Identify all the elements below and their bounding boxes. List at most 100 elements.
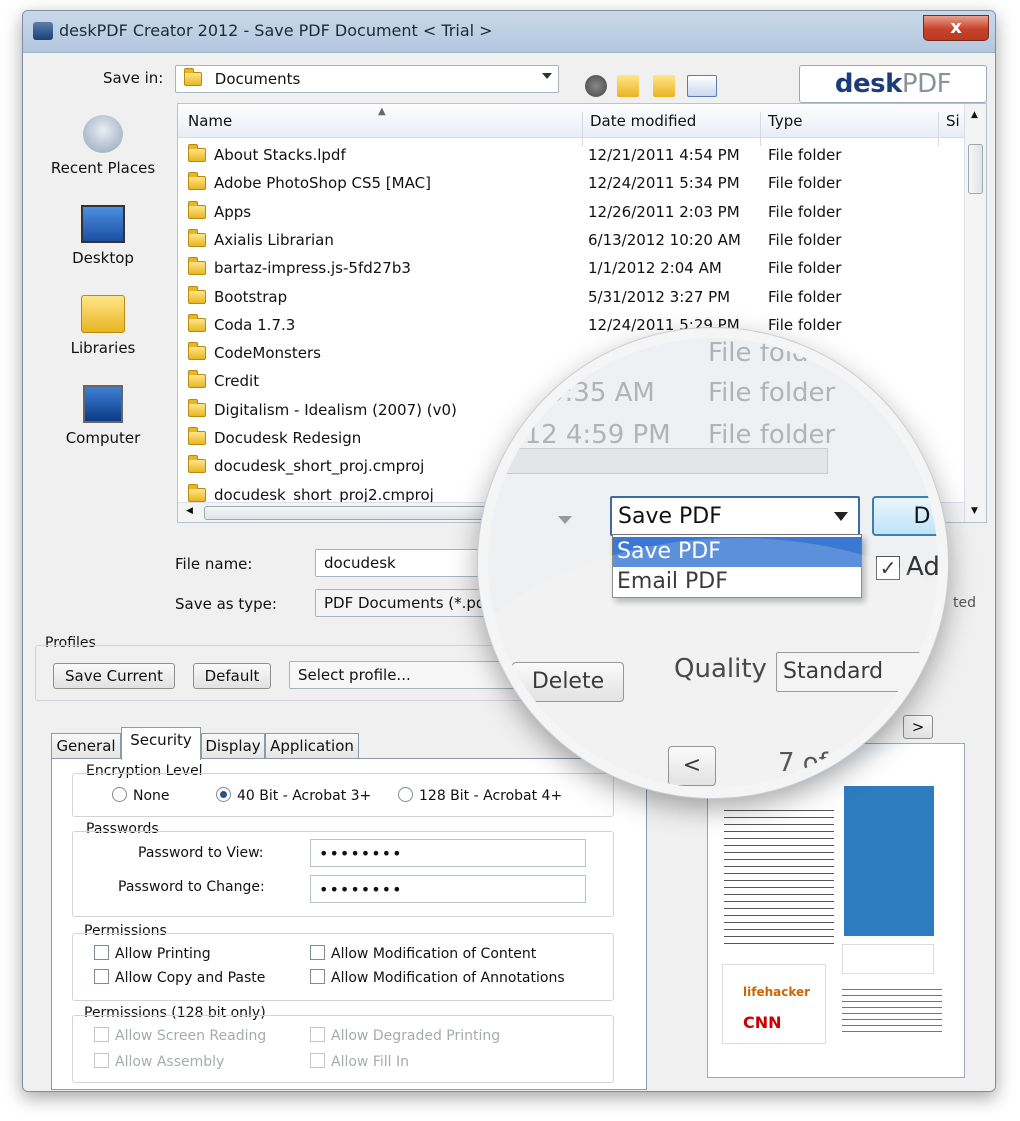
checkbox-allow-printing[interactable]: Allow Printing xyxy=(94,945,211,962)
place-label: Libraries xyxy=(70,339,136,357)
type-cell: File folder xyxy=(768,174,842,193)
place-libraries[interactable]: Libraries xyxy=(33,295,173,357)
col-separator[interactable] xyxy=(760,112,761,146)
back-icon[interactable] xyxy=(585,75,607,97)
checkbox-allow-modification-content[interactable]: Allow Modification of Content xyxy=(310,945,536,962)
password-view-input[interactable]: •••••••• xyxy=(310,839,586,867)
scroll-thumb[interactable] xyxy=(968,144,983,194)
save-as-type-label: Save as type: xyxy=(175,595,277,613)
checkbox-icon xyxy=(94,1027,109,1042)
col-type[interactable]: Type xyxy=(768,112,802,130)
preview-blue-column xyxy=(844,786,934,936)
tab-display[interactable]: Display xyxy=(201,733,265,759)
col-name[interactable]: Name xyxy=(188,112,232,130)
col-date[interactable]: Date modified xyxy=(590,112,696,130)
save-current-button[interactable]: Save Current xyxy=(53,663,175,689)
file-row[interactable]: Adobe PhotoShop CS5 [MAC] 12/24/2011 5:34… xyxy=(188,170,968,198)
cnn-logo-icon: CNN xyxy=(743,1013,782,1032)
col-separator[interactable] xyxy=(938,112,939,146)
checkbox-icon xyxy=(94,945,109,960)
checkbox-allow-degraded-printing: Allow Degraded Printing xyxy=(310,1027,500,1044)
magnifier-callout: 1...M File folder 9:35 AM File folder 01… xyxy=(478,328,948,798)
checkbox-allow-assembly: Allow Assembly xyxy=(94,1053,224,1070)
tab-security[interactable]: Security xyxy=(121,727,201,760)
folder-icon xyxy=(188,483,206,502)
password-view-label: Password to View: xyxy=(138,845,264,861)
file-row[interactable]: Axialis Librarian 6/13/2012 10:20 AM File … xyxy=(188,227,968,255)
chevron-down-icon xyxy=(834,512,848,521)
file-name-text: Docudesk Redesign xyxy=(214,429,362,447)
select-profile-combo[interactable]: Select profile... xyxy=(289,661,519,689)
close-button[interactable]: x xyxy=(923,15,989,41)
scroll-up-icon[interactable]: ▲ xyxy=(971,110,978,120)
file-row[interactable]: Apps 12/26/2011 2:03 PM File folder xyxy=(188,199,968,227)
col-size[interactable]: Si xyxy=(946,112,960,130)
deskpdf-logo: deskPDF xyxy=(799,65,987,103)
file-row[interactable]: Coda 1.7.3 12/24/2011 5:29 PM File folder xyxy=(188,312,968,340)
permissions128-group xyxy=(72,1015,614,1083)
checkbox-allow-screen-reading: Allow Screen Reading xyxy=(94,1027,266,1044)
checkbox-label: Allow Fill In xyxy=(331,1054,409,1070)
magnified-scrollbar[interactable] xyxy=(488,448,828,474)
date-cell: 12/26/2011 2:03 PM xyxy=(588,202,740,221)
file-name-cell: docudesk_short_proj.cmproj xyxy=(188,455,425,476)
default-button[interactable]: Default xyxy=(193,663,271,689)
checkbox-label: Allow Degraded Printing xyxy=(331,1028,501,1044)
checkbox-allow-modification-annotations[interactable]: Allow Modification of Annotations xyxy=(310,969,565,986)
file-name-text: Credit xyxy=(214,372,260,391)
radio-none[interactable]: None xyxy=(112,787,170,804)
vertical-scrollbar[interactable]: ▲ ▼ xyxy=(964,104,986,522)
file-row[interactable]: Bootstrap 5/31/2012 3:27 PM File folder xyxy=(188,284,968,312)
tab-general[interactable]: General xyxy=(51,733,121,759)
save-in-value: Documents xyxy=(214,70,301,88)
logo-pdf-text: PDF xyxy=(901,69,952,99)
scroll-down-icon[interactable]: ▼ xyxy=(971,506,978,516)
file-name-text: About Stacks.lpdf xyxy=(214,146,346,164)
permissions-group xyxy=(72,933,614,1001)
checkbox-allow-copy-paste[interactable]: Allow Copy and Paste xyxy=(94,969,265,986)
place-desktop[interactable]: Desktop xyxy=(33,205,173,267)
radio-40bit[interactable]: 40 Bit - Acrobat 3+ xyxy=(216,787,371,804)
tab-application[interactable]: Application xyxy=(265,733,359,759)
file-row[interactable]: bartaz-impress.js-5fd27b3 1/1/2012 2:04 A… xyxy=(188,255,968,283)
up-folder-icon[interactable] xyxy=(617,75,639,97)
place-computer[interactable]: Computer xyxy=(33,385,173,447)
place-label: Computer xyxy=(65,429,141,447)
radio-icon xyxy=(216,787,231,802)
save-action-combo[interactable]: Save PDF xyxy=(610,496,860,536)
file-name-text: docudesk_short_proj.cmproj xyxy=(214,457,425,476)
libraries-icon xyxy=(81,295,125,333)
password-change-input[interactable]: •••••••• xyxy=(310,875,586,903)
file-name-text: Apps xyxy=(214,202,252,221)
folder-icon xyxy=(188,144,206,162)
place-recent-places[interactable]: Recent Places xyxy=(33,115,173,177)
col-separator[interactable] xyxy=(582,112,583,146)
file-row[interactable]: About Stacks.lpdf 12/21/2011 4:54 PM File … xyxy=(188,142,968,170)
folder-icon xyxy=(188,398,206,417)
folder-icon xyxy=(188,370,206,389)
save-in-combo[interactable]: Documents xyxy=(175,65,559,93)
checkbox-label: Allow Modification of Content xyxy=(331,946,537,962)
views-menu-icon[interactable] xyxy=(687,75,717,97)
file-name-text: docudesk_short_proj2.cmproj xyxy=(214,485,434,504)
preview-footer-text xyxy=(842,984,942,1034)
folder-icon xyxy=(188,228,206,247)
scroll-thumb[interactable] xyxy=(204,506,504,520)
place-label: Desktop xyxy=(72,249,134,267)
file-name-cell: Credit xyxy=(188,370,260,391)
new-folder-icon[interactable] xyxy=(653,75,675,97)
type-cell: File folder xyxy=(768,230,842,249)
places-bar: Recent Places Desktop Libraries Computer xyxy=(33,105,173,525)
date-cell: 1/1/2012 2:04 AM xyxy=(588,259,722,278)
date-cell: 6/13/2012 10:20 AM xyxy=(588,230,741,249)
scroll-left-icon[interactable]: ◀ xyxy=(186,506,193,516)
radio-label: 40 Bit - Acrobat 3+ xyxy=(237,788,372,804)
faded-type: File folder xyxy=(708,420,836,450)
done-button[interactable]: D xyxy=(872,496,938,536)
file-name-text: Bootstrap xyxy=(214,287,288,306)
radio-128bit[interactable]: 128 Bit - Acrobat 4+ xyxy=(398,787,562,804)
file-name-value: docudesk xyxy=(324,554,396,572)
password-change-label: Password to Change: xyxy=(118,879,265,895)
file-name-text: bartaz-impress.js-5fd27b3 xyxy=(214,259,411,278)
file-name-text: CodeMonsters xyxy=(214,344,321,363)
